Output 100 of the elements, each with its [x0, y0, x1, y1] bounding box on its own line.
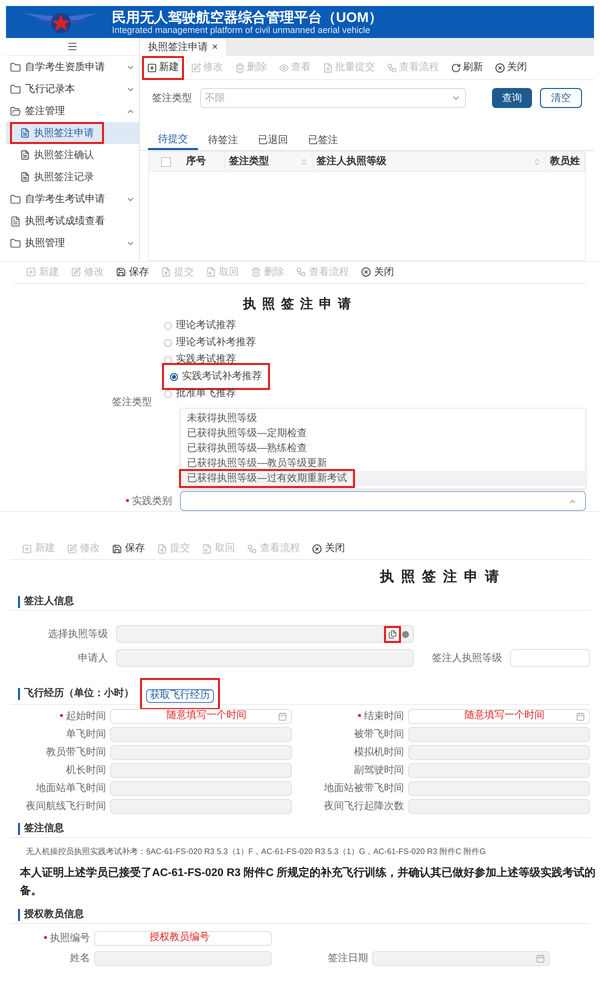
- license-grade-field[interactable]: [510, 649, 590, 667]
- toolbar-button[interactable]: 关闭: [357, 264, 398, 280]
- radio-option[interactable]: 批准单飞推荐: [164, 386, 236, 401]
- plus-square-icon: [22, 544, 32, 554]
- radio-option[interactable]: 理论考试推荐: [164, 318, 236, 333]
- folder-icon: [10, 194, 21, 204]
- input-field[interactable]: [110, 762, 292, 778]
- dropdown-option[interactable]: 未获得执照等级: [181, 411, 263, 426]
- section-title: 授权教员信息: [18, 908, 84, 920]
- input-field[interactable]: [110, 744, 292, 760]
- menu-icon[interactable]: [67, 41, 78, 52]
- input-field[interactable]: [110, 780, 292, 796]
- status-tab[interactable]: 已签注: [298, 130, 348, 150]
- column-header[interactable]: 序号: [182, 152, 225, 171]
- sidebar-item[interactable]: 自学考生考试申请: [6, 188, 139, 210]
- input-field[interactable]: 授权教员编号: [94, 930, 272, 946]
- save-icon: [112, 544, 122, 554]
- status-tab[interactable]: 待签注: [198, 130, 248, 150]
- field-label: 被带飞时间: [353, 728, 404, 742]
- field-label: 单飞时间: [65, 728, 106, 742]
- field-label: 地面站被带飞时间: [323, 782, 404, 796]
- tab-label: 执照签注申请: [148, 40, 208, 55]
- dropdown-option[interactable]: 已获得执照等级—教员等级更新: [181, 456, 333, 471]
- input-field[interactable]: [408, 726, 590, 742]
- field-label: 模拟机时间: [353, 746, 404, 760]
- dropdown-option[interactable]: 已获得执照等级—定期检查: [181, 426, 313, 441]
- plus-square-icon: [147, 62, 157, 72]
- column-header[interactable]: 签注类型: [225, 152, 313, 171]
- calendar-icon: [536, 954, 545, 962]
- toolbar-button[interactable]: 刷新: [448, 58, 486, 78]
- annotation-text: 授权教员编号: [149, 932, 210, 944]
- input-field[interactable]: [372, 950, 550, 966]
- pencil-icon: [67, 544, 77, 554]
- sidebar-item[interactable]: 执照管理: [6, 232, 139, 254]
- flowchart-icon: [247, 544, 257, 554]
- status-tab[interactable]: 待提交: [148, 130, 198, 150]
- field-label: 申请人: [77, 652, 109, 666]
- fetch-flight-record-button[interactable]: 获取飞行经历: [146, 688, 214, 702]
- toolbar-button[interactable]: 关闭: [492, 58, 530, 78]
- input-field[interactable]: 随意填写一个时间: [408, 708, 590, 724]
- input-field[interactable]: [408, 744, 590, 760]
- pick-list-icon[interactable]: [388, 630, 397, 638]
- input-field[interactable]: [110, 726, 292, 742]
- sidebar-item[interactable]: 飞行记录本: [6, 78, 139, 100]
- field-label: 夜间飞行起降次数: [323, 800, 404, 814]
- input-field[interactable]: [408, 798, 590, 814]
- section-title: 签注人信息: [18, 596, 74, 608]
- file-arrow-icon: [206, 267, 216, 278]
- input-field[interactable]: [110, 798, 292, 814]
- form-title: 执照签注申请: [378, 567, 507, 586]
- radio-group-label: 签注类型: [112, 396, 152, 410]
- action-button[interactable]: 查询: [492, 88, 532, 108]
- statement-text: 本人证明上述学员已接受了AC-61-FS-020 R3 附件C 所规定的补充飞行训练，并确认其已做好参加上述等级实践考试的: [20, 866, 596, 881]
- field-label: 姓名: [69, 952, 90, 966]
- sidebar-item[interactable]: 签注管理: [6, 100, 139, 122]
- input-field[interactable]: [408, 780, 590, 796]
- toolbar-button[interactable]: 保存: [108, 541, 149, 556]
- applicant-field[interactable]: [116, 649, 414, 667]
- tab-close-button[interactable]: ×: [212, 40, 218, 55]
- trash-icon: [235, 62, 245, 72]
- action-button[interactable]: 清空: [540, 88, 582, 108]
- dropdown-option[interactable]: 已获得执照等级—熟练检查: [181, 441, 313, 456]
- select-all-checkbox[interactable]: [160, 156, 170, 166]
- refresh-icon: [451, 62, 461, 72]
- close-icon: [312, 544, 322, 554]
- sidebar-subitem[interactable]: 执照签注确认: [12, 146, 102, 164]
- input-field[interactable]: 随意填写一个时间: [110, 708, 292, 724]
- field-label: 结束时间: [308, 708, 404, 724]
- input-field[interactable]: [94, 950, 272, 966]
- sidebar-label: 签注管理: [25, 104, 66, 118]
- sidebar-item[interactable]: 自学考生资质申请: [6, 56, 139, 78]
- trash-icon: [251, 267, 261, 278]
- document-icon: [20, 172, 30, 182]
- toolbar-button[interactable]: 保存: [112, 264, 153, 280]
- sidebar-item[interactable]: 执照考试成绩查看: [6, 210, 139, 232]
- flowchart-icon: [296, 267, 306, 278]
- column-header[interactable]: 签注人执照等级: [312, 152, 546, 171]
- field-label: 实践类别: [14, 494, 180, 508]
- radio-option[interactable]: 实践考试推荐: [164, 352, 236, 367]
- sidebar-subitem[interactable]: 执照签注记录: [12, 168, 102, 186]
- radio-option[interactable]: 实践考试补考推荐: [164, 365, 268, 388]
- section-title: 飞行经历（单位：小时）: [18, 688, 134, 700]
- statement-text: 备。: [20, 884, 42, 899]
- field-label: 起始时间: [10, 708, 106, 724]
- input-field[interactable]: [408, 762, 590, 778]
- license-grade-field[interactable]: [116, 625, 414, 643]
- toolbar-button[interactable]: 关闭: [308, 541, 349, 556]
- field-label: 副驾驶时间: [353, 764, 404, 778]
- category-select[interactable]: [180, 491, 586, 511]
- radio-option[interactable]: 理论考试补考推荐: [164, 335, 256, 350]
- folder-icon: [10, 62, 21, 72]
- field-label: 执照编号: [10, 930, 90, 946]
- close-icon: [361, 267, 371, 278]
- status-tab[interactable]: 已退回: [248, 130, 298, 150]
- toolbar-button[interactable]: 新建: [144, 58, 182, 78]
- sort-icon: [300, 158, 308, 166]
- column-header[interactable]: 教员姓: [546, 152, 585, 171]
- page-tab[interactable]: 执照签注申请 ×: [140, 39, 226, 56]
- pencil-icon: [71, 267, 81, 278]
- filter-label: 签注类型: [152, 92, 192, 106]
